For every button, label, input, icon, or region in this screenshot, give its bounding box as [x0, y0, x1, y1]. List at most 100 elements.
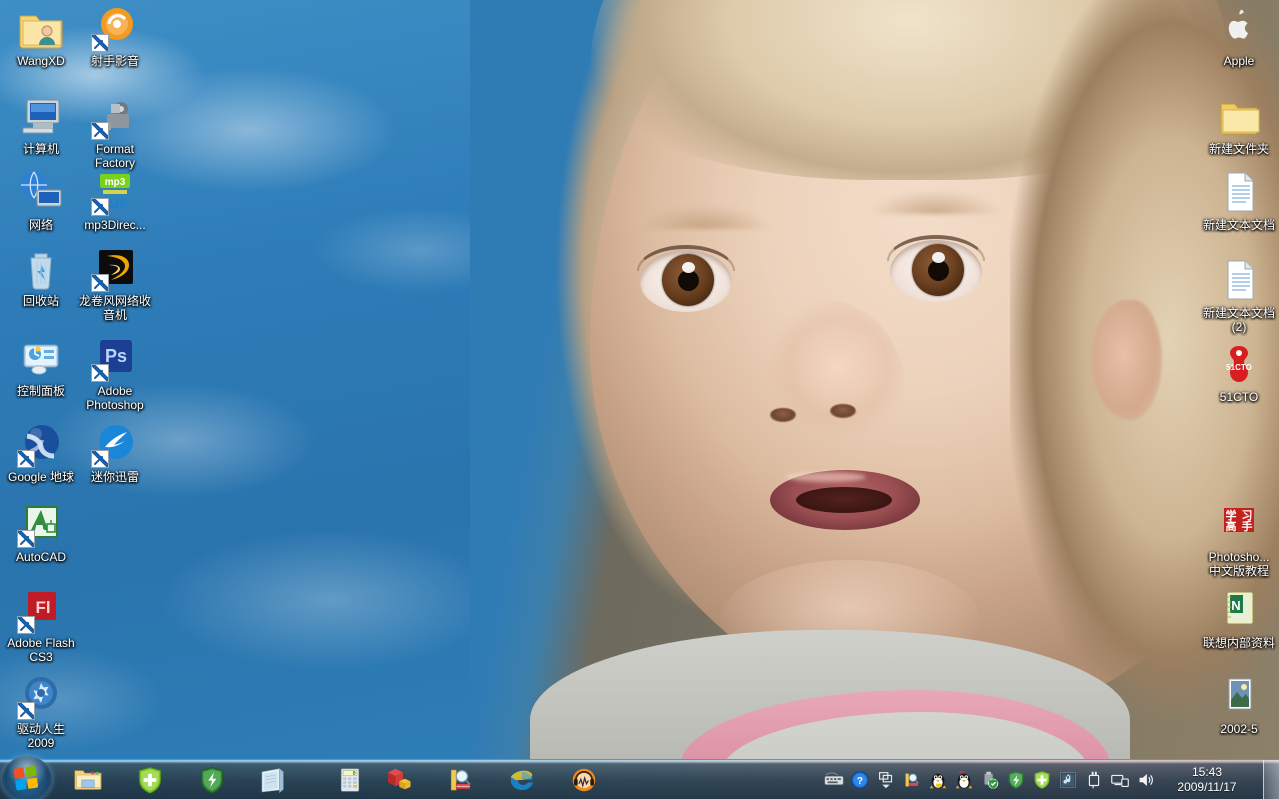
qq-penguin-2-icon[interactable] — [953, 769, 975, 791]
start-button[interactable] — [2, 756, 52, 799]
desktop-icon-label: Photosho... 中文版教程 — [1208, 550, 1270, 578]
media-note-icon[interactable] — [1057, 769, 1079, 791]
taskbar-button-8[interactable] — [564, 763, 604, 797]
windows-logo-icon — [13, 765, 40, 792]
green-plus-shield-tray-icon[interactable] — [1031, 769, 1053, 791]
taskbar-clock[interactable]: 15:43 2009/11/17 — [1161, 760, 1253, 799]
desktop-icon-label: Format Factory — [94, 142, 135, 170]
desktop-icon-left-3[interactable]: Format Factory — [78, 92, 152, 170]
desktop-icon-left-14[interactable]: 驱动人生 2009 — [4, 672, 78, 750]
svg-text:学: 学 — [1226, 508, 1237, 522]
desktop-icon-label: Google 地球 — [7, 470, 75, 484]
desktop-icon-left-5[interactable]: mp3 ut mp3Direc... — [78, 168, 152, 232]
taskbar-button-7[interactable] — [502, 763, 542, 797]
photo-mouth-opening — [796, 487, 892, 513]
desktop-icon-left-1[interactable]: 射手影音 — [78, 4, 152, 68]
desktop-icon-right-7[interactable]: 2002-5 — [1202, 672, 1276, 736]
photo-eye-right — [887, 235, 985, 302]
thunder-mini-icon — [91, 420, 139, 468]
svg-text:0: 0 — [353, 771, 356, 777]
photoshop-tutorial-icon: 学习高手 — [1215, 500, 1263, 548]
autocad-icon — [17, 500, 65, 548]
google-earth-icon — [17, 420, 65, 468]
show-desktop-button[interactable] — [1263, 760, 1279, 799]
photo-nostril-left — [770, 408, 796, 422]
desktop-icon-left-7[interactable]: 龙卷风网络收音机 — [78, 244, 152, 322]
svg-text:Ps: Ps — [105, 346, 127, 366]
format-factory-icon — [91, 92, 139, 140]
taskbar-button-3[interactable] — [252, 763, 292, 797]
desktop-icon-right-6[interactable]: N 联想内部资料 — [1202, 586, 1276, 650]
notepad-icon — [257, 765, 287, 795]
qq-penguin-icon[interactable] — [927, 769, 949, 791]
apple-icon — [1215, 4, 1263, 52]
usb-shield-icon[interactable] — [979, 769, 1001, 791]
desktop-icon-label: 51CTO — [1219, 390, 1259, 404]
desktop-icon-label: 新建文本文档 — [1202, 218, 1275, 232]
taskbar-button-6[interactable] — [440, 763, 480, 797]
taskbar-button-1[interactable] — [130, 763, 170, 797]
flash-cs3-icon: Fl — [17, 586, 65, 634]
help-question-icon[interactable]: ? — [849, 769, 871, 791]
keyboard-ime-icon[interactable] — [823, 769, 845, 791]
text-document-icon — [1215, 256, 1263, 304]
photo-ear — [1092, 300, 1162, 420]
tornado-radio-icon — [91, 244, 139, 292]
desktop-icon-left-6[interactable]: 回收站 — [4, 244, 78, 308]
computer-icon — [17, 92, 65, 140]
desktop-icon-right-1[interactable]: 新建文件夹 — [1202, 92, 1276, 156]
network-icon — [17, 168, 65, 216]
desktop-icon-label: Adobe Flash CS3 — [7, 636, 75, 664]
folder-icon — [1215, 92, 1263, 140]
mp3directcut-icon: mp3 ut — [91, 168, 139, 216]
desktop-icon-left-11[interactable]: 迷你迅雷 — [78, 420, 152, 484]
taskbar-button-2[interactable] — [192, 763, 232, 797]
desktop-icon-label: 迷你迅雷 — [90, 470, 139, 484]
desktop-icon-right-2[interactable]: 新建文本文档 — [1202, 168, 1276, 232]
desktop-icon-left-10[interactable]: Google 地球 — [4, 420, 78, 484]
wallpaper-child-photo — [470, 0, 1279, 760]
desktop-icon-right-5[interactable]: 学习高手 Photosho... 中文版教程 — [1202, 500, 1276, 578]
desktop-icon-left-12[interactable]: AutoCAD — [4, 500, 78, 564]
recycle-bin-icon — [17, 244, 65, 292]
image-thumbnail-icon — [1215, 672, 1263, 720]
show-hidden-chevron-icon[interactable] — [875, 769, 897, 791]
desktop-icon-label: Apple — [1223, 54, 1255, 68]
desktop-icon-left-2[interactable]: 计算机 — [4, 92, 78, 156]
green-plus-shield-icon — [135, 765, 165, 795]
desktop-icon-label: Adobe Photoshop — [86, 384, 144, 412]
taskbar-button-4[interactable]: 0 — [330, 763, 370, 797]
svg-text:?: ? — [857, 776, 863, 787]
winrar-icon — [383, 765, 413, 795]
svg-text:ut: ut — [109, 193, 125, 212]
taskbar[interactable]: 0 ? 15:43 2009/11/17 — [0, 756, 1279, 799]
desktop-icon-left-13[interactable]: Fl Adobe Flash CS3 — [4, 586, 78, 664]
clock-date: 2009/11/17 — [1177, 780, 1237, 794]
desktop-icon-right-3[interactable]: 新建文本文档 (2) — [1202, 256, 1276, 334]
desktop-icon-left-9[interactable]: Ps Adobe Photoshop — [78, 334, 152, 412]
desktop-icon-left-4[interactable]: 网络 — [4, 168, 78, 232]
green-lightning-shield-tray-icon[interactable] — [1005, 769, 1027, 791]
svg-text:51CTO: 51CTO — [1226, 363, 1252, 372]
desktop[interactable]: WangXD 射手影音计算机 Format Factory 网络 mp3 ut mp3Dir… — [0, 0, 1279, 799]
dictionary-magnifier-icon — [445, 765, 475, 795]
desktop-icon-left-8[interactable]: 控制面板 — [4, 334, 78, 398]
desktop-icon-label: 联想内部资料 — [1202, 636, 1275, 650]
safely-remove-icon[interactable] — [1083, 769, 1105, 791]
network-tray-icon[interactable] — [1109, 769, 1131, 791]
volume-speaker-icon[interactable] — [1135, 769, 1157, 791]
desktop-icon-label: 控制面板 — [16, 384, 65, 398]
desktop-icon-label: 龙卷风网络收音机 — [78, 294, 151, 322]
desktop-icon-right-0[interactable]: Apple — [1202, 4, 1276, 68]
svg-text:N: N — [1231, 598, 1240, 613]
taskbar-button-0[interactable] — [68, 763, 108, 797]
dictionary-tray-icon[interactable] — [901, 769, 923, 791]
onenote-notebook-icon: N — [1215, 586, 1263, 634]
desktop-icon-label: 计算机 — [22, 142, 59, 156]
desktop-icon-left-0[interactable]: WangXD — [4, 4, 78, 68]
svg-text:手: 手 — [1242, 519, 1253, 533]
taskbar-button-5[interactable] — [378, 763, 418, 797]
internet-explorer-icon — [507, 765, 537, 795]
desktop-icon-right-4[interactable]: 51CTO 51CTO — [1202, 340, 1276, 404]
desktop-icon-label: WangXD — [17, 54, 65, 68]
